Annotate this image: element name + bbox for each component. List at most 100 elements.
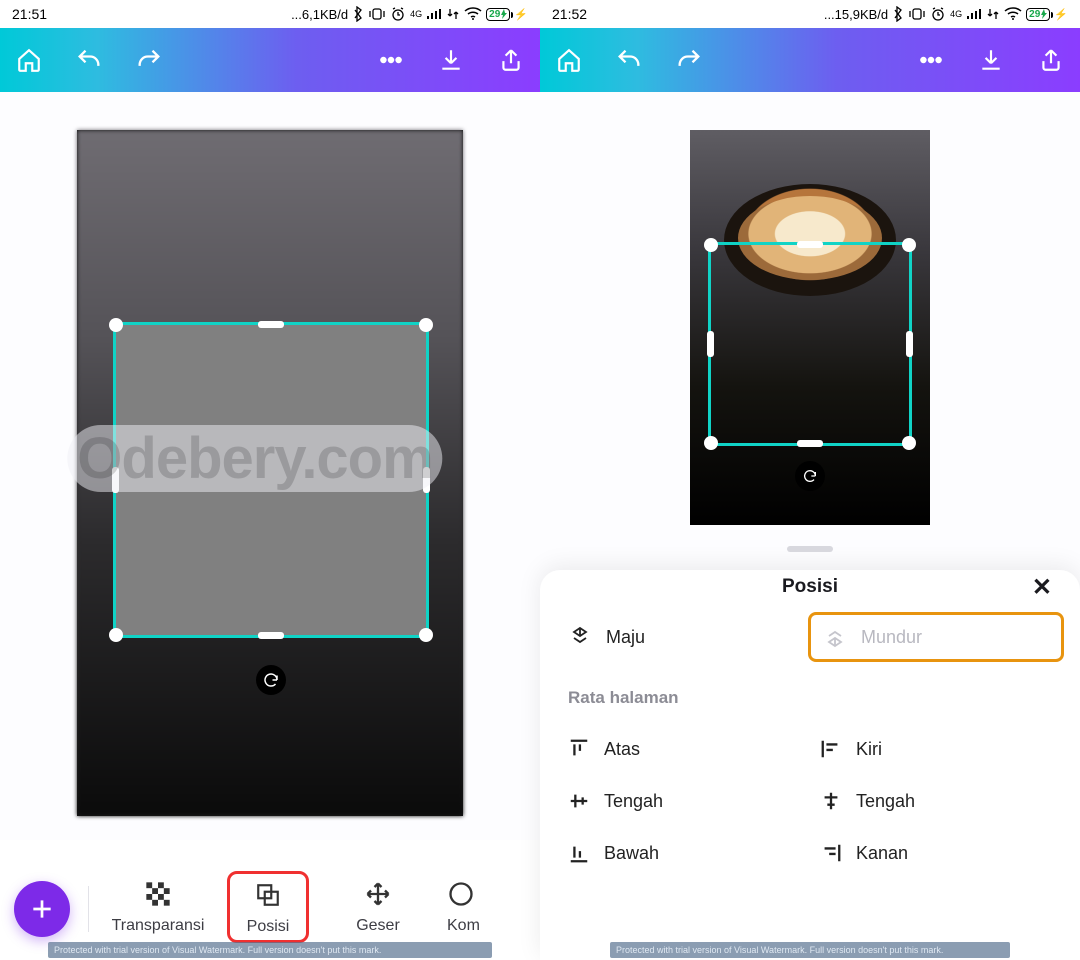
align-tengah-h[interactable]: Tengah	[820, 790, 1052, 812]
resize-handle-bl[interactable]	[704, 436, 718, 450]
resize-handle-tr[interactable]	[902, 238, 916, 252]
align-center-icon	[820, 790, 842, 812]
divider	[88, 886, 89, 932]
tool-kom[interactable]: Kom	[447, 879, 493, 935]
resize-handle-r[interactable]	[906, 331, 913, 357]
option-label: Bawah	[604, 843, 659, 864]
download-button[interactable]	[436, 45, 466, 75]
option-label: Kiri	[856, 739, 882, 760]
option-label: Tengah	[856, 791, 915, 812]
align-right-icon	[820, 842, 842, 864]
more-button[interactable]	[376, 45, 406, 75]
status-time: 21:52	[552, 6, 587, 22]
option-label: Atas	[604, 739, 640, 760]
status-bar: 21:52 ...15,9KB/d 4G 29 ⚡	[540, 0, 1080, 28]
undo-button[interactable]	[74, 45, 104, 75]
align-atas[interactable]: Atas	[568, 738, 800, 760]
status-bar: 21:51 ...6,1KB/d 4G 29 ⚡	[0, 0, 540, 28]
charging-icon: ⚡	[1054, 8, 1068, 21]
align-bawah[interactable]: Bawah	[568, 842, 800, 864]
bluetooth-icon	[892, 6, 904, 22]
bottom-toolbar: Transparansi Posisi Geser Kom Protected …	[0, 840, 540, 960]
selection-box[interactable]	[708, 242, 912, 446]
tool-geser[interactable]: Geser	[327, 879, 429, 935]
position-icon	[255, 880, 281, 910]
tool-label: Posisi	[247, 918, 290, 936]
resize-handle-t[interactable]	[797, 241, 823, 248]
resize-handle-tl[interactable]	[109, 318, 123, 332]
home-button[interactable]	[14, 45, 44, 75]
align-bottom-icon	[568, 842, 590, 864]
resize-handle-b[interactable]	[797, 440, 823, 447]
align-kanan[interactable]: Kanan	[820, 842, 1052, 864]
option-label: Kanan	[856, 843, 908, 864]
option-label: Tengah	[604, 791, 663, 812]
alarm-icon	[930, 6, 946, 22]
close-button[interactable]: ✕	[1032, 573, 1052, 602]
charging-icon: ⚡	[514, 8, 528, 21]
add-fab[interactable]	[14, 881, 70, 937]
resize-handle-br[interactable]	[419, 628, 433, 642]
status-net: ...6,1KB/d	[291, 7, 348, 22]
status-time: 21:51	[12, 6, 47, 22]
battery-icon: 29	[1026, 8, 1050, 21]
redo-button[interactable]	[674, 45, 704, 75]
download-button[interactable]	[976, 45, 1006, 75]
option-label: Mundur	[861, 627, 922, 648]
section-label: Rata halaman	[568, 688, 1052, 708]
canvas-area[interactable]	[0, 92, 540, 960]
alarm-icon	[390, 6, 406, 22]
resize-handle-br[interactable]	[902, 436, 916, 450]
rotate-handle[interactable]	[795, 461, 825, 491]
signal-icon	[966, 8, 982, 20]
resize-handle-tr[interactable]	[419, 318, 433, 332]
resize-handle-l[interactable]	[707, 331, 714, 357]
align-left-icon	[820, 738, 842, 760]
partial-icon	[447, 879, 475, 909]
transparency-icon	[144, 879, 172, 909]
share-button[interactable]	[496, 45, 526, 75]
redo-button[interactable]	[134, 45, 164, 75]
option-label: Maju	[606, 627, 645, 648]
wifi-icon	[1004, 7, 1022, 21]
undo-button[interactable]	[614, 45, 644, 75]
option-maju[interactable]: Maju	[568, 622, 800, 652]
status-right: ...15,9KB/d 4G 29 ⚡	[824, 6, 1068, 22]
nudge-icon	[364, 879, 392, 909]
sim-4g: 4G	[950, 10, 962, 19]
battery-icon: 29	[486, 8, 510, 21]
app-toolbar	[0, 28, 540, 92]
resize-handle-bl[interactable]	[109, 628, 123, 642]
share-button[interactable]	[1036, 45, 1066, 75]
wifi-data-icon	[986, 8, 1000, 20]
home-button[interactable]	[554, 45, 584, 75]
design-canvas[interactable]	[690, 130, 930, 525]
phone-left: 21:51 ...6,1KB/d 4G 29 ⚡	[0, 0, 540, 960]
phone-right: 21:52 ...15,9KB/d 4G 29 ⚡	[540, 0, 1080, 960]
align-tengah-v[interactable]: Tengah	[568, 790, 800, 812]
tool-label: Geser	[356, 917, 400, 935]
resize-handle-tl[interactable]	[704, 238, 718, 252]
status-right: ...6,1KB/d 4G 29 ⚡	[291, 6, 528, 22]
watermark-strip: Protected with trial version of Visual W…	[610, 942, 1010, 958]
watermark-strip: Protected with trial version of Visual W…	[48, 942, 492, 958]
rotate-handle[interactable]	[256, 665, 286, 695]
watermark-text: Odebery.com	[67, 425, 442, 492]
wifi-icon	[464, 7, 482, 21]
tool-label: Transparansi	[112, 917, 205, 935]
wifi-data-icon	[446, 8, 460, 20]
resize-handle-b[interactable]	[258, 632, 284, 639]
tool-label: Kom	[447, 917, 480, 935]
tool-posisi[interactable]: Posisi	[227, 871, 309, 943]
vibrate-icon	[368, 8, 386, 20]
more-button[interactable]	[916, 45, 946, 75]
sheet-title: Posisi	[782, 576, 838, 598]
bluetooth-icon	[352, 6, 364, 22]
align-kiri[interactable]: Kiri	[820, 738, 1052, 760]
tool-transparansi[interactable]: Transparansi	[107, 879, 209, 935]
align-top-icon	[568, 738, 590, 760]
resize-handle-t[interactable]	[258, 321, 284, 328]
bring-forward-icon	[568, 625, 592, 649]
sim-4g: 4G	[410, 10, 422, 19]
status-net: ...15,9KB/d	[824, 7, 888, 22]
